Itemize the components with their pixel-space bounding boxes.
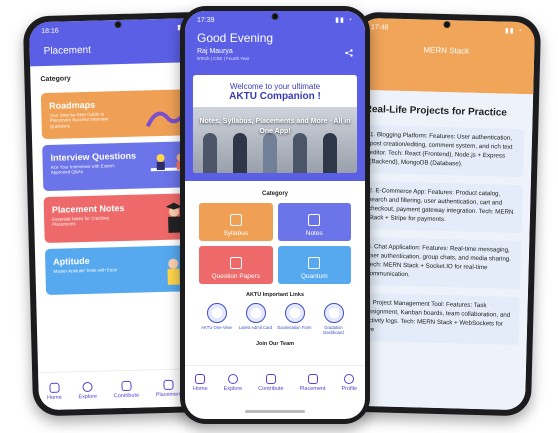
greeting: Good Evening <box>197 31 274 45</box>
tile-quantum[interactable]: Quantum <box>277 246 351 284</box>
card-placement-notes[interactable]: Placement Notes Essential Notes for Crac… <box>43 192 203 244</box>
document-icon <box>229 214 242 226</box>
link-admit-card[interactable]: Latest Admit Card <box>238 303 274 335</box>
links-title: AKTU Important Links <box>245 292 305 298</box>
nav-home[interactable]: Home <box>193 373 208 392</box>
section-heading: Real-Life Projects for Practice <box>364 103 508 119</box>
edit-icon <box>308 214 321 226</box>
join-team-label: Join Our Team <box>255 341 295 348</box>
status-icons: ▮▮ ◔ <box>504 27 523 36</box>
nav-explore[interactable]: Explore <box>78 381 97 400</box>
page-title: MERN Stack <box>423 45 470 56</box>
student-figure <box>263 133 277 173</box>
card-interview-questions[interactable]: Interview Questions Ace Your Interviews … <box>42 140 202 192</box>
home-icon <box>49 382 60 393</box>
home-header: 17:39 ▮▮ ◔ Good Evening Raj Maurya BTech… <box>185 11 365 181</box>
share-icon[interactable] <box>345 49 353 57</box>
camera-dot <box>271 13 279 20</box>
nav-contribute[interactable]: Contribute <box>113 380 139 399</box>
banner-caption: Notes, Syllabus, Placements and More - A… <box>199 118 351 135</box>
category-label: Category <box>261 191 288 197</box>
profile-icon <box>344 373 355 384</box>
card-subtitle: Master Aptitude Tests with Ease <box>53 267 118 274</box>
student-figure <box>293 133 307 173</box>
category-card: Category Syllabus Notes Question Papers … <box>191 185 359 348</box>
pdf-icon <box>229 257 242 269</box>
nav-contribute[interactable]: Contribute <box>258 373 284 392</box>
graduation-cap-icon <box>307 373 318 384</box>
graduation-cap-icon <box>163 379 174 390</box>
contribute-icon <box>265 373 276 384</box>
status-time: 18:16 <box>41 27 59 35</box>
aktu-seal-icon <box>323 303 344 323</box>
project-item: 3. Chat Application: Features: Real-time… <box>360 236 522 289</box>
nav-home[interactable]: Home <box>47 382 62 401</box>
important-links: AKTU One-View Latest Admit Card Examinat… <box>191 298 359 335</box>
banner-heading: Welcome to your ultimate AKTU Companion … <box>193 75 357 107</box>
project-item: 2. E-Commerce App: Features: Product cat… <box>361 180 523 233</box>
user-name: Raj Maurya <box>197 48 233 55</box>
mern-screen: 17:48 ▮▮ ◔ MERN Stack Real-Life Projects… <box>348 17 536 411</box>
tile-syllabus[interactable]: Syllabus <box>199 203 273 241</box>
aktu-seal-icon <box>206 303 227 323</box>
card-subtitle: Ace Your Interviews with Expert-Approved… <box>50 163 116 176</box>
project-item: 4. Project Management Tool: Features: Ta… <box>358 292 520 345</box>
student-figure <box>323 133 337 173</box>
link-exam-form[interactable]: Examination Form <box>277 303 313 335</box>
mern-header: 17:48 ▮▮ ◔ MERN Stack <box>357 17 536 95</box>
tile-notes[interactable]: Notes <box>277 203 351 241</box>
contribute-icon <box>121 380 132 391</box>
mern-content: Real-Life Projects for Practice 1. Blogg… <box>348 89 534 411</box>
compass-icon <box>227 373 238 384</box>
link-one-view[interactable]: AKTU One-View <box>199 303 235 335</box>
phone-mern-stack: 17:48 ▮▮ ◔ MERN Stack Real-Life Projects… <box>342 11 542 417</box>
banner-line1: Welcome to your ultimate <box>229 82 321 91</box>
link-gradation-dashboard[interactable]: Gradation Dashboard <box>316 303 352 335</box>
banner-photo: Notes, Syllabus, Placements and More - A… <box>193 107 357 173</box>
nav-placement[interactable]: Placement <box>300 373 326 392</box>
card-subtitle: Your Step-by-Step Guide to Placement Suc… <box>49 111 109 129</box>
compass-icon <box>82 381 93 392</box>
card-subtitle: Essential Notes for Cracking Placements <box>52 215 109 228</box>
status-time: 17:48 <box>370 23 389 32</box>
user-info: BTech | CSE | Fourth Year <box>197 56 250 61</box>
phone-home: 17:39 ▮▮ ◔ Good Evening Raj Maurya BTech… <box>180 6 370 424</box>
app-showcase: 18:16 ▮▮ ◔ Placement Category Roadmaps Y… <box>0 0 558 433</box>
tile-question-papers[interactable]: Question Papers <box>199 246 273 284</box>
banner-line2: AKTU Companion ! <box>229 91 321 102</box>
bottom-nav: Home Explore Contribute Placement Profil… <box>185 365 365 399</box>
status-time: 17:39 <box>197 16 215 24</box>
nav-profile[interactable]: Profile <box>341 373 357 392</box>
card-roadmaps[interactable]: Roadmaps Your Step-by-Step Guide to Plac… <box>40 88 200 140</box>
nav-explore[interactable]: Explore <box>224 373 242 392</box>
nav-placement[interactable]: Placement <box>155 379 182 398</box>
welcome-banner[interactable]: Welcome to your ultimate AKTU Companion … <box>193 75 357 173</box>
home-indicator <box>245 410 305 413</box>
home-screen: 17:39 ▮▮ ◔ Good Evening Raj Maurya BTech… <box>185 11 365 419</box>
category-grid: Syllabus Notes Question Papers Quantum <box>191 197 359 290</box>
status-icons: ▮▮ ◔ <box>335 17 353 24</box>
student-figure <box>233 133 247 173</box>
home-icon <box>195 373 206 384</box>
project-item: 1. Blogging Platform: Features: User aut… <box>363 124 525 178</box>
aktu-seal-icon <box>245 303 266 323</box>
aktu-seal-icon <box>284 303 305 323</box>
student-figure <box>203 133 217 173</box>
book-icon <box>308 257 321 269</box>
